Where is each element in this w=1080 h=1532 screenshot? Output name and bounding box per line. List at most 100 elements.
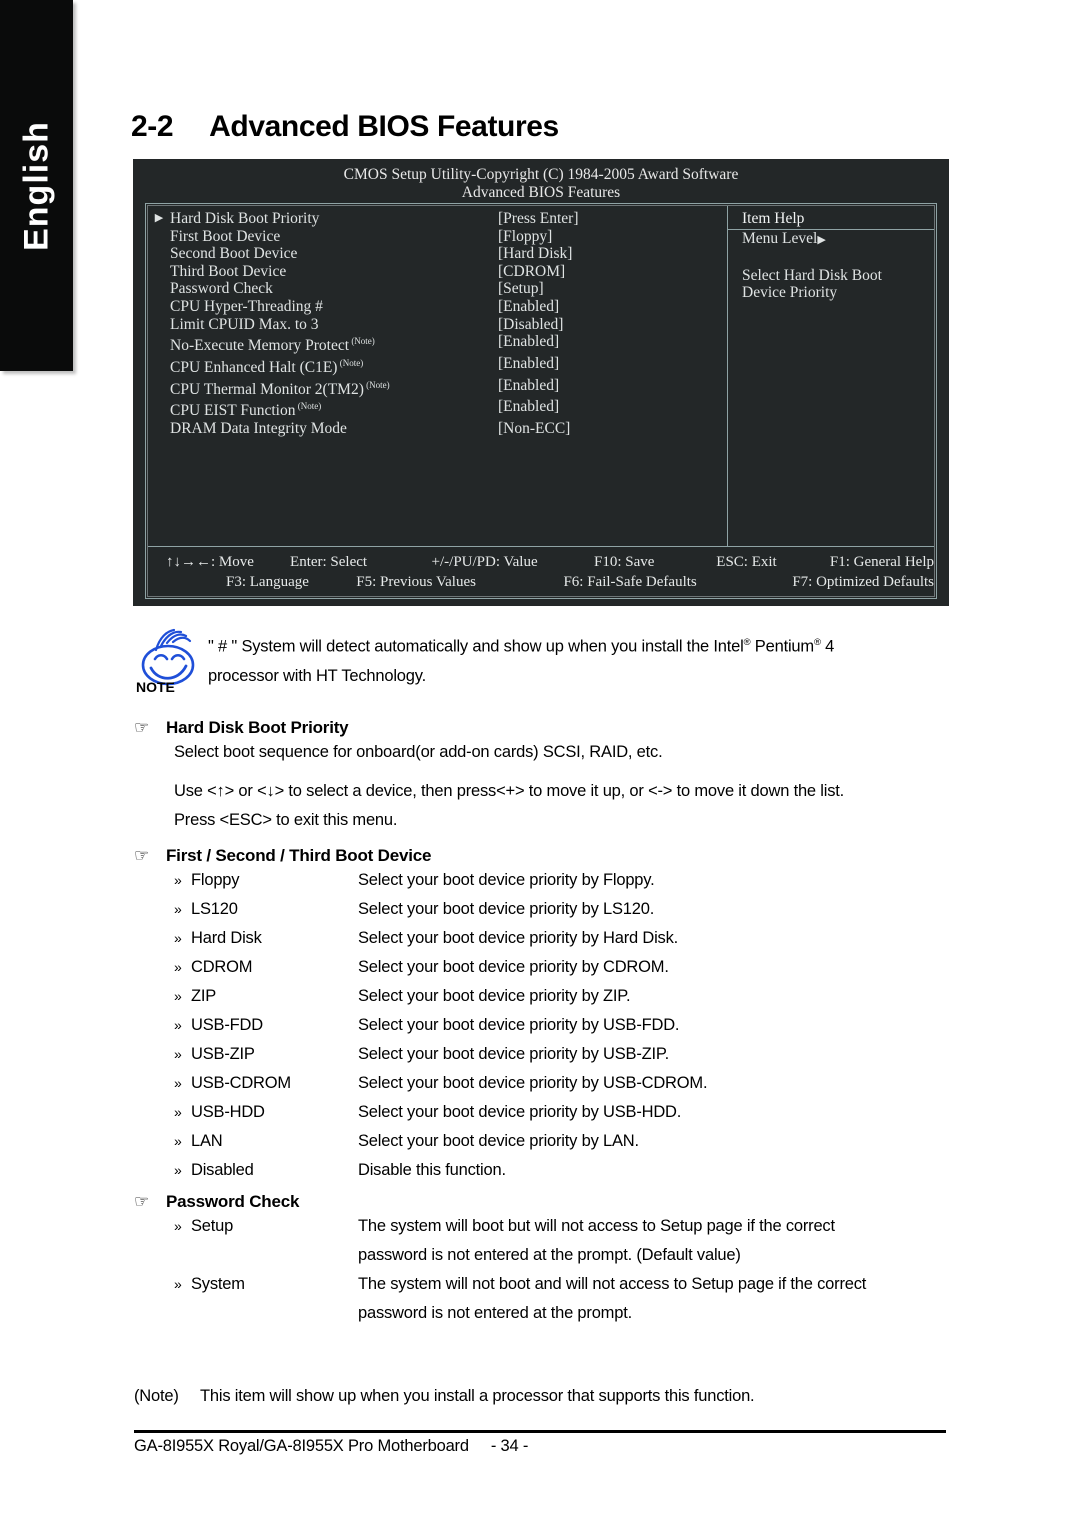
row-arrow-spacer xyxy=(148,420,170,438)
note-callout: NOTE " # " System will detect automatica… xyxy=(134,628,964,695)
double-arrow-icon: » xyxy=(174,1276,182,1292)
option-description: Select your boot device priority by ZIP. xyxy=(358,987,631,1005)
bios-setting-row[interactable]: No-Execute Memory Protect (Note) [Enabled… xyxy=(148,333,727,355)
bios-setting-row[interactable]: CPU Hyper-Threading # [Enabled] xyxy=(148,298,727,316)
row-arrow-spacer xyxy=(148,316,170,334)
section-heading-text: First / Second / Third Boot Device xyxy=(166,846,432,865)
bottom-note: (Note) This item will show up when you in… xyxy=(134,1387,755,1406)
language-tab-label: English xyxy=(17,120,55,251)
option-row: » LAN Select your boot device priority by … xyxy=(174,1127,994,1156)
option-row: » Hard Disk Select your boot device priori… xyxy=(174,924,994,953)
bios-header: CMOS Setup Utility-Copyright (C) 1984-20… xyxy=(139,164,943,202)
footer-divider xyxy=(134,1430,946,1433)
option-description: Select your boot device priority by Flop… xyxy=(358,871,655,889)
bios-setting-value[interactable]: [Enabled] xyxy=(498,355,727,377)
key-legend-item: F7: Optimized Defaults xyxy=(792,574,934,590)
bios-setting-row[interactable]: ▶ Hard Disk Boot Priority [Press Enter] xyxy=(148,210,727,228)
bios-header-copyright: CMOS Setup Utility-Copyright (C) 1984-20… xyxy=(343,166,739,183)
bios-setting-value[interactable]: [Enabled] xyxy=(498,377,727,399)
note-superscript: (Note) xyxy=(349,336,375,347)
option-description: Select your boot device priority by LS12… xyxy=(358,900,655,918)
bios-setting-value[interactable]: [Enabled] xyxy=(498,398,727,420)
item-help-title: Item Help xyxy=(728,210,934,230)
bios-setting-value[interactable]: [Hard Disk] xyxy=(498,245,727,263)
section-heading: ☞ First / Second / Third Boot Device xyxy=(134,846,994,866)
bios-setting-row[interactable]: Third Boot Device [CDROM] xyxy=(148,263,727,281)
option-row: » USB-HDD Select your boot device priority… xyxy=(174,1098,994,1127)
key-legend-item: Enter: Select xyxy=(290,554,368,570)
bios-setting-row[interactable]: Password Check [Setup] xyxy=(148,280,727,298)
note-line1-b: Pentium xyxy=(750,637,814,656)
option-row: » USB-FDD Select your boot device priority… xyxy=(174,1011,994,1040)
option-name: Disabled xyxy=(191,1161,254,1179)
bios-key-legend: ↑↓→←: Move Enter: Select +/-/PU/PD: Value F… xyxy=(148,547,934,596)
registered-icon-2: ® xyxy=(813,637,821,648)
option-name: USB-FDD xyxy=(191,1016,263,1034)
menu-level-arrow-icon: ▶ xyxy=(817,233,826,246)
section-paragraph: Select boot sequence for onboard(or add-… xyxy=(174,743,663,761)
double-arrow-icon: » xyxy=(174,1075,182,1091)
bios-setting-name: Limit CPUID Max. to 3 xyxy=(170,315,319,333)
option-name: USB-CDROM xyxy=(191,1074,291,1092)
bios-setting-row[interactable]: CPU Enhanced Halt (C1E) (Note) [Enabled] xyxy=(148,355,727,377)
option-name: System xyxy=(191,1275,245,1293)
bios-setting-value[interactable]: [CDROM] xyxy=(498,263,727,281)
key-legend-item: F3: Language xyxy=(226,574,309,590)
note-superscript: (Note) xyxy=(337,357,364,368)
double-arrow-icon: » xyxy=(174,1133,182,1149)
page-title: 2-2 Advanced BIOS Features xyxy=(131,110,559,144)
bios-setting-name: CPU Thermal Monitor 2(TM2) (Note) xyxy=(170,379,390,398)
option-description: Select your boot device priority by USB-… xyxy=(358,1016,680,1034)
bios-setting-value[interactable]: [Enabled] xyxy=(498,333,727,355)
double-arrow-icon: » xyxy=(174,901,182,917)
bios-setting-row[interactable]: DRAM Data Integrity Mode [Non-ECC] xyxy=(148,420,727,438)
bios-setting-row[interactable]: CPU EIST Function (Note) [Enabled] xyxy=(148,398,727,420)
key-legend-item: F6: Fail-Safe Defaults xyxy=(563,574,697,590)
option-row: » USB-ZIP Select your boot device priority… xyxy=(174,1040,994,1069)
section-heading: ☞ Password Check xyxy=(134,1192,994,1212)
option-description: Select your boot device priority by USB-… xyxy=(358,1074,708,1092)
bios-setting-name: First Boot Device xyxy=(170,227,281,245)
bios-item-help-panel: Item Help Menu Level▶ Select Hard Disk B… xyxy=(728,206,934,546)
option-row: » CDROM Select your boot device priority b… xyxy=(174,953,994,982)
bios-setting-value[interactable]: [Floppy] xyxy=(498,228,727,246)
option-name: LS120 xyxy=(191,900,238,918)
menu-level-label: Menu Level xyxy=(742,229,818,247)
bios-setting-value[interactable]: [Disabled] xyxy=(498,316,727,334)
option-row: » Floppy Select your boot device priority … xyxy=(174,866,994,895)
section-heading: ☞ Hard Disk Boot Priority xyxy=(134,718,994,738)
key-legend-item: ESC: Exit xyxy=(716,554,777,570)
bios-setting-name: Third Boot Device xyxy=(170,262,287,280)
bios-setting-value[interactable]: [Press Enter] xyxy=(498,210,727,228)
bios-body: ▶ Hard Disk Boot Priority [Press Enter] Fir… xyxy=(145,203,937,599)
option-name: USB-HDD xyxy=(191,1103,265,1121)
bios-setting-row[interactable]: Second Boot Device [Hard Disk] xyxy=(148,245,727,263)
section-title-text: Advanced BIOS Features xyxy=(209,110,559,143)
note-smiley-icon: NOTE xyxy=(134,628,206,696)
bios-setting-row[interactable]: Limit CPUID Max. to 3 [Disabled] xyxy=(148,316,727,334)
option-description-cont: password is not entered at the prompt. xyxy=(358,1304,632,1322)
bios-setting-value[interactable]: [Enabled] xyxy=(498,298,727,316)
bios-setting-value[interactable]: [Non-ECC] xyxy=(498,420,727,438)
double-arrow-icon: » xyxy=(174,1162,182,1178)
option-description: Select your boot device priority by CDRO… xyxy=(358,958,669,976)
row-arrow-spacer xyxy=(148,280,170,298)
bios-setting-value[interactable]: [Setup] xyxy=(498,280,727,298)
bios-setting-row[interactable]: CPU Thermal Monitor 2(TM2) (Note) [Enable… xyxy=(148,377,727,399)
option-description: Select your boot device priority by USB-… xyxy=(358,1103,682,1121)
option-name: Hard Disk xyxy=(191,929,262,947)
content-section: ☞ Password Check » Setup The system will boo… xyxy=(134,1192,994,1328)
double-arrow-icon: » xyxy=(174,988,182,1004)
bios-setting-row[interactable]: First Boot Device [Floppy] xyxy=(148,228,727,246)
option-row: » ZIP Select your boot device priority by … xyxy=(174,982,994,1011)
row-arrow-spacer xyxy=(148,377,170,399)
content-section: ☞ First / Second / Third Boot Device » Flop… xyxy=(134,846,994,1185)
option-name: LAN xyxy=(191,1132,223,1150)
option-row: » LS120 Select your boot device priority b… xyxy=(174,895,994,924)
key-legend-item: ↑↓→←: Move xyxy=(166,554,254,570)
bios-setting-name: CPU Hyper-Threading # xyxy=(170,297,323,315)
row-arrow-spacer xyxy=(148,228,170,246)
row-arrow-spacer xyxy=(148,398,170,420)
option-name: ZIP xyxy=(191,987,217,1005)
option-name: Floppy xyxy=(191,871,240,889)
